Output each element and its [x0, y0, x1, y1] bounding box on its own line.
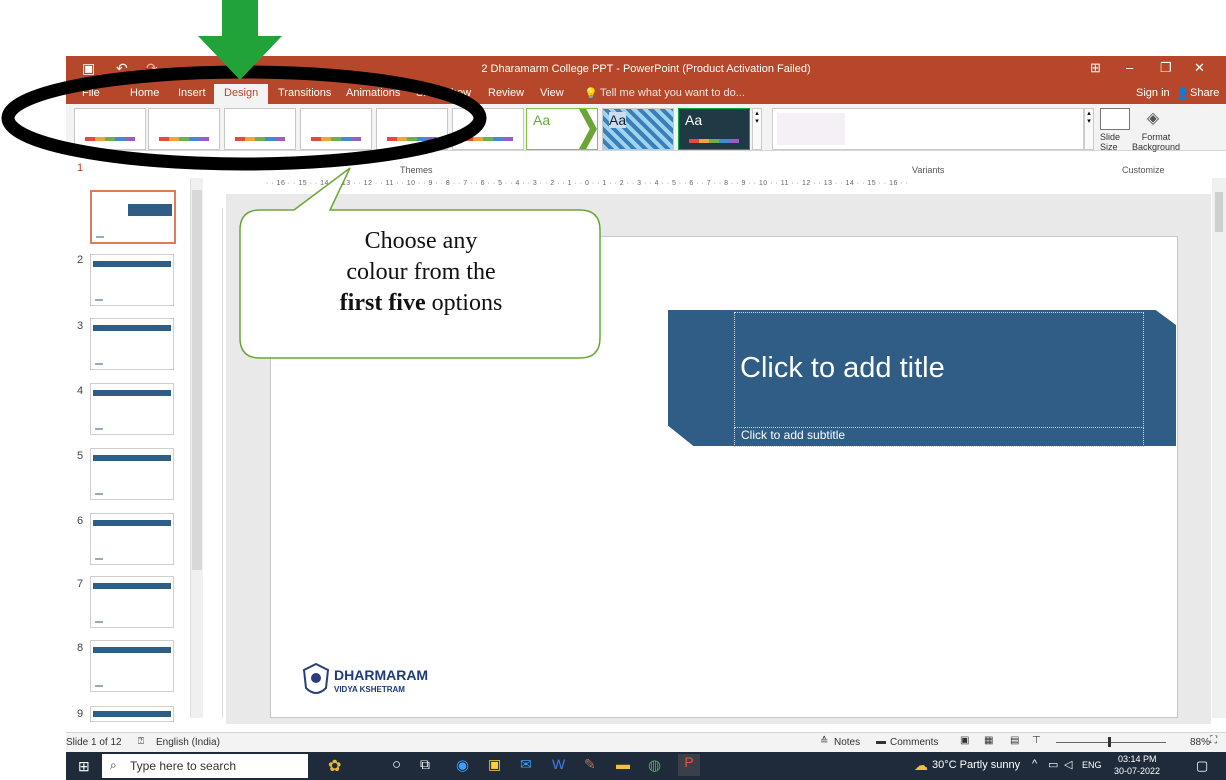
thumb-number: 3 — [77, 320, 84, 332]
slide-thumbnail-7[interactable] — [90, 576, 174, 628]
customize-group-label: Customize — [1122, 165, 1165, 175]
slide-thumbnail-6[interactable] — [90, 513, 174, 565]
language-indicator[interactable]: English (India) — [156, 737, 220, 748]
zoom-slider[interactable] — [1056, 742, 1166, 743]
slide-thumbnail-4[interactable] — [90, 383, 174, 435]
logo-name: DHARMARAM — [334, 667, 429, 683]
word-icon[interactable]: W — [552, 756, 565, 772]
thumb-number: 8 — [77, 642, 84, 654]
clock-date[interactable]: 30-07-2022 — [1114, 766, 1160, 776]
slide-size-icon[interactable] — [1100, 108, 1130, 130]
callout-text: Choose any colour from the first five op… — [339, 228, 503, 316]
paint-icon[interactable]: ✎ — [584, 756, 596, 773]
mail-icon[interactable]: ✉ — [520, 756, 532, 773]
volume-icon[interactable]: ◁ — [1064, 758, 1072, 771]
thumb-number: 6 — [77, 515, 84, 527]
theme-sample-text: Aa — [685, 112, 703, 128]
spell-check-icon[interactable]: ⍰ — [138, 736, 144, 747]
college-logo-icon — [302, 662, 330, 700]
slide-thumbnail-3[interactable] — [90, 318, 174, 370]
status-bar: Slide 1 of 12 ⍰ English (India) ≙ Notes … — [66, 732, 1226, 753]
edge-icon[interactable]: ◉ — [456, 756, 469, 774]
normal-view-icon[interactable]: ▣ — [960, 735, 969, 746]
thumbnail-scrollbar[interactable] — [190, 178, 203, 718]
ribbon-display-icon[interactable]: ⊞ — [1090, 60, 1101, 76]
close-icon[interactable]: ✕ — [1194, 60, 1205, 76]
title-placeholder[interactable]: Click to add title — [740, 352, 945, 385]
theme-sample-text: Aa — [533, 112, 551, 128]
thumb-number: 7 — [77, 578, 84, 590]
slide-sorter-icon[interactable]: ▦ — [984, 735, 993, 746]
theme-option-7[interactable]: Aa — [526, 108, 598, 150]
down-arrow-icon — [198, 0, 282, 80]
format-background-icon[interactable]: ◈ — [1142, 108, 1164, 128]
comments-icon[interactable]: ▬ — [876, 736, 886, 747]
subtitle-placeholder[interactable]: Click to add subtitle — [741, 428, 845, 442]
slide-count: Slide 1 of 12 — [66, 737, 122, 748]
theme-option-8[interactable]: Aa — [602, 108, 674, 150]
windows-taskbar: ⊞ ⌕ Type here to search ✿ ○ ⧉ ◉ ▣ ✉ W ✎ … — [66, 752, 1226, 780]
variants-scroll[interactable]: ▴ ▾ — [1084, 108, 1094, 150]
weather-text[interactable]: 30°C Partly sunny — [932, 759, 1020, 771]
zoom-slider-thumb[interactable] — [1108, 737, 1111, 747]
taskbar-search[interactable]: ⌕ Type here to search — [102, 754, 308, 778]
theme-option-9[interactable]: Aa — [678, 108, 750, 150]
notes-icon[interactable]: ≙ — [820, 736, 828, 747]
sign-in-link[interactable]: Sign in — [1136, 87, 1170, 99]
slide-size-button[interactable]: Slide Size — [1100, 132, 1120, 152]
search-placeholder: Type here to search — [130, 759, 237, 773]
themes-scroll[interactable]: ▴ ▾ — [752, 108, 762, 150]
slide-thumbnail-1[interactable] — [90, 190, 176, 244]
search-icon: ⌕ — [110, 758, 117, 772]
logo-subtitle: VIDYA KSHETRAM — [334, 685, 405, 694]
format-background-button[interactable]: Format Background — [1132, 132, 1180, 152]
slide-thumbnail-5[interactable] — [90, 448, 174, 500]
minimize-icon[interactable]: – — [1126, 60, 1133, 75]
fit-slide-icon[interactable]: ⛶ — [1210, 735, 1217, 746]
restore-icon[interactable]: ❐ — [1160, 60, 1172, 76]
slide-scrollbar[interactable] — [1212, 178, 1226, 718]
thumb-number: 9 — [77, 708, 84, 720]
powerpoint-icon[interactable]: P — [678, 754, 700, 776]
tray-chevron-icon[interactable]: ^ — [1032, 758, 1037, 770]
reading-view-icon[interactable]: ▤ — [1010, 735, 1019, 746]
chrome-icon[interactable]: ◍ — [648, 756, 661, 774]
slideshow-icon[interactable]: ⊤ — [1032, 735, 1041, 746]
share-button[interactable]: Share — [1190, 87, 1219, 99]
cortana-icon[interactable]: ○ — [392, 756, 401, 773]
tell-me-box[interactable]: Tell me what you want to do... — [600, 87, 745, 99]
network-icon[interactable]: ▭ — [1048, 758, 1058, 771]
thumb-number: 4 — [77, 385, 84, 397]
file-explorer-icon[interactable]: ▬ — [616, 756, 630, 772]
theme-sample-text: Aa — [609, 112, 627, 128]
zoom-level[interactable]: 88% — [1190, 737, 1210, 748]
store-icon[interactable]: ▣ — [488, 756, 501, 773]
tab-view[interactable]: View — [540, 87, 564, 99]
lightbulb-icon: 💡 — [584, 88, 598, 100]
thumb-number: 1 — [77, 162, 84, 174]
windows-start-icon[interactable]: ⊞ — [78, 758, 90, 775]
comments-button[interactable]: Comments — [890, 737, 938, 748]
thumb-number: 2 — [77, 254, 84, 266]
variants-gallery[interactable] — [772, 108, 1084, 150]
news-widget-icon[interactable]: ✿ — [328, 756, 341, 776]
slide-thumbnail-2[interactable] — [90, 254, 174, 306]
slide-thumbnail-9[interactable] — [90, 706, 174, 722]
vertical-ruler — [210, 208, 223, 718]
notifications-icon[interactable]: ▢ — [1196, 758, 1208, 774]
weather-icon: ☁ — [914, 757, 928, 773]
clock-time[interactable]: 03:14 PM — [1118, 754, 1157, 764]
language-tray[interactable]: ENG — [1082, 760, 1102, 770]
slide-thumbnail-8[interactable] — [90, 640, 174, 692]
notes-button[interactable]: Notes — [834, 737, 860, 748]
thumb-number: 5 — [77, 450, 84, 462]
task-view-icon[interactable]: ⧉ — [420, 756, 430, 773]
share-icon[interactable]: 👤 — [1176, 87, 1190, 100]
variants-group-label: Variants — [912, 165, 945, 175]
